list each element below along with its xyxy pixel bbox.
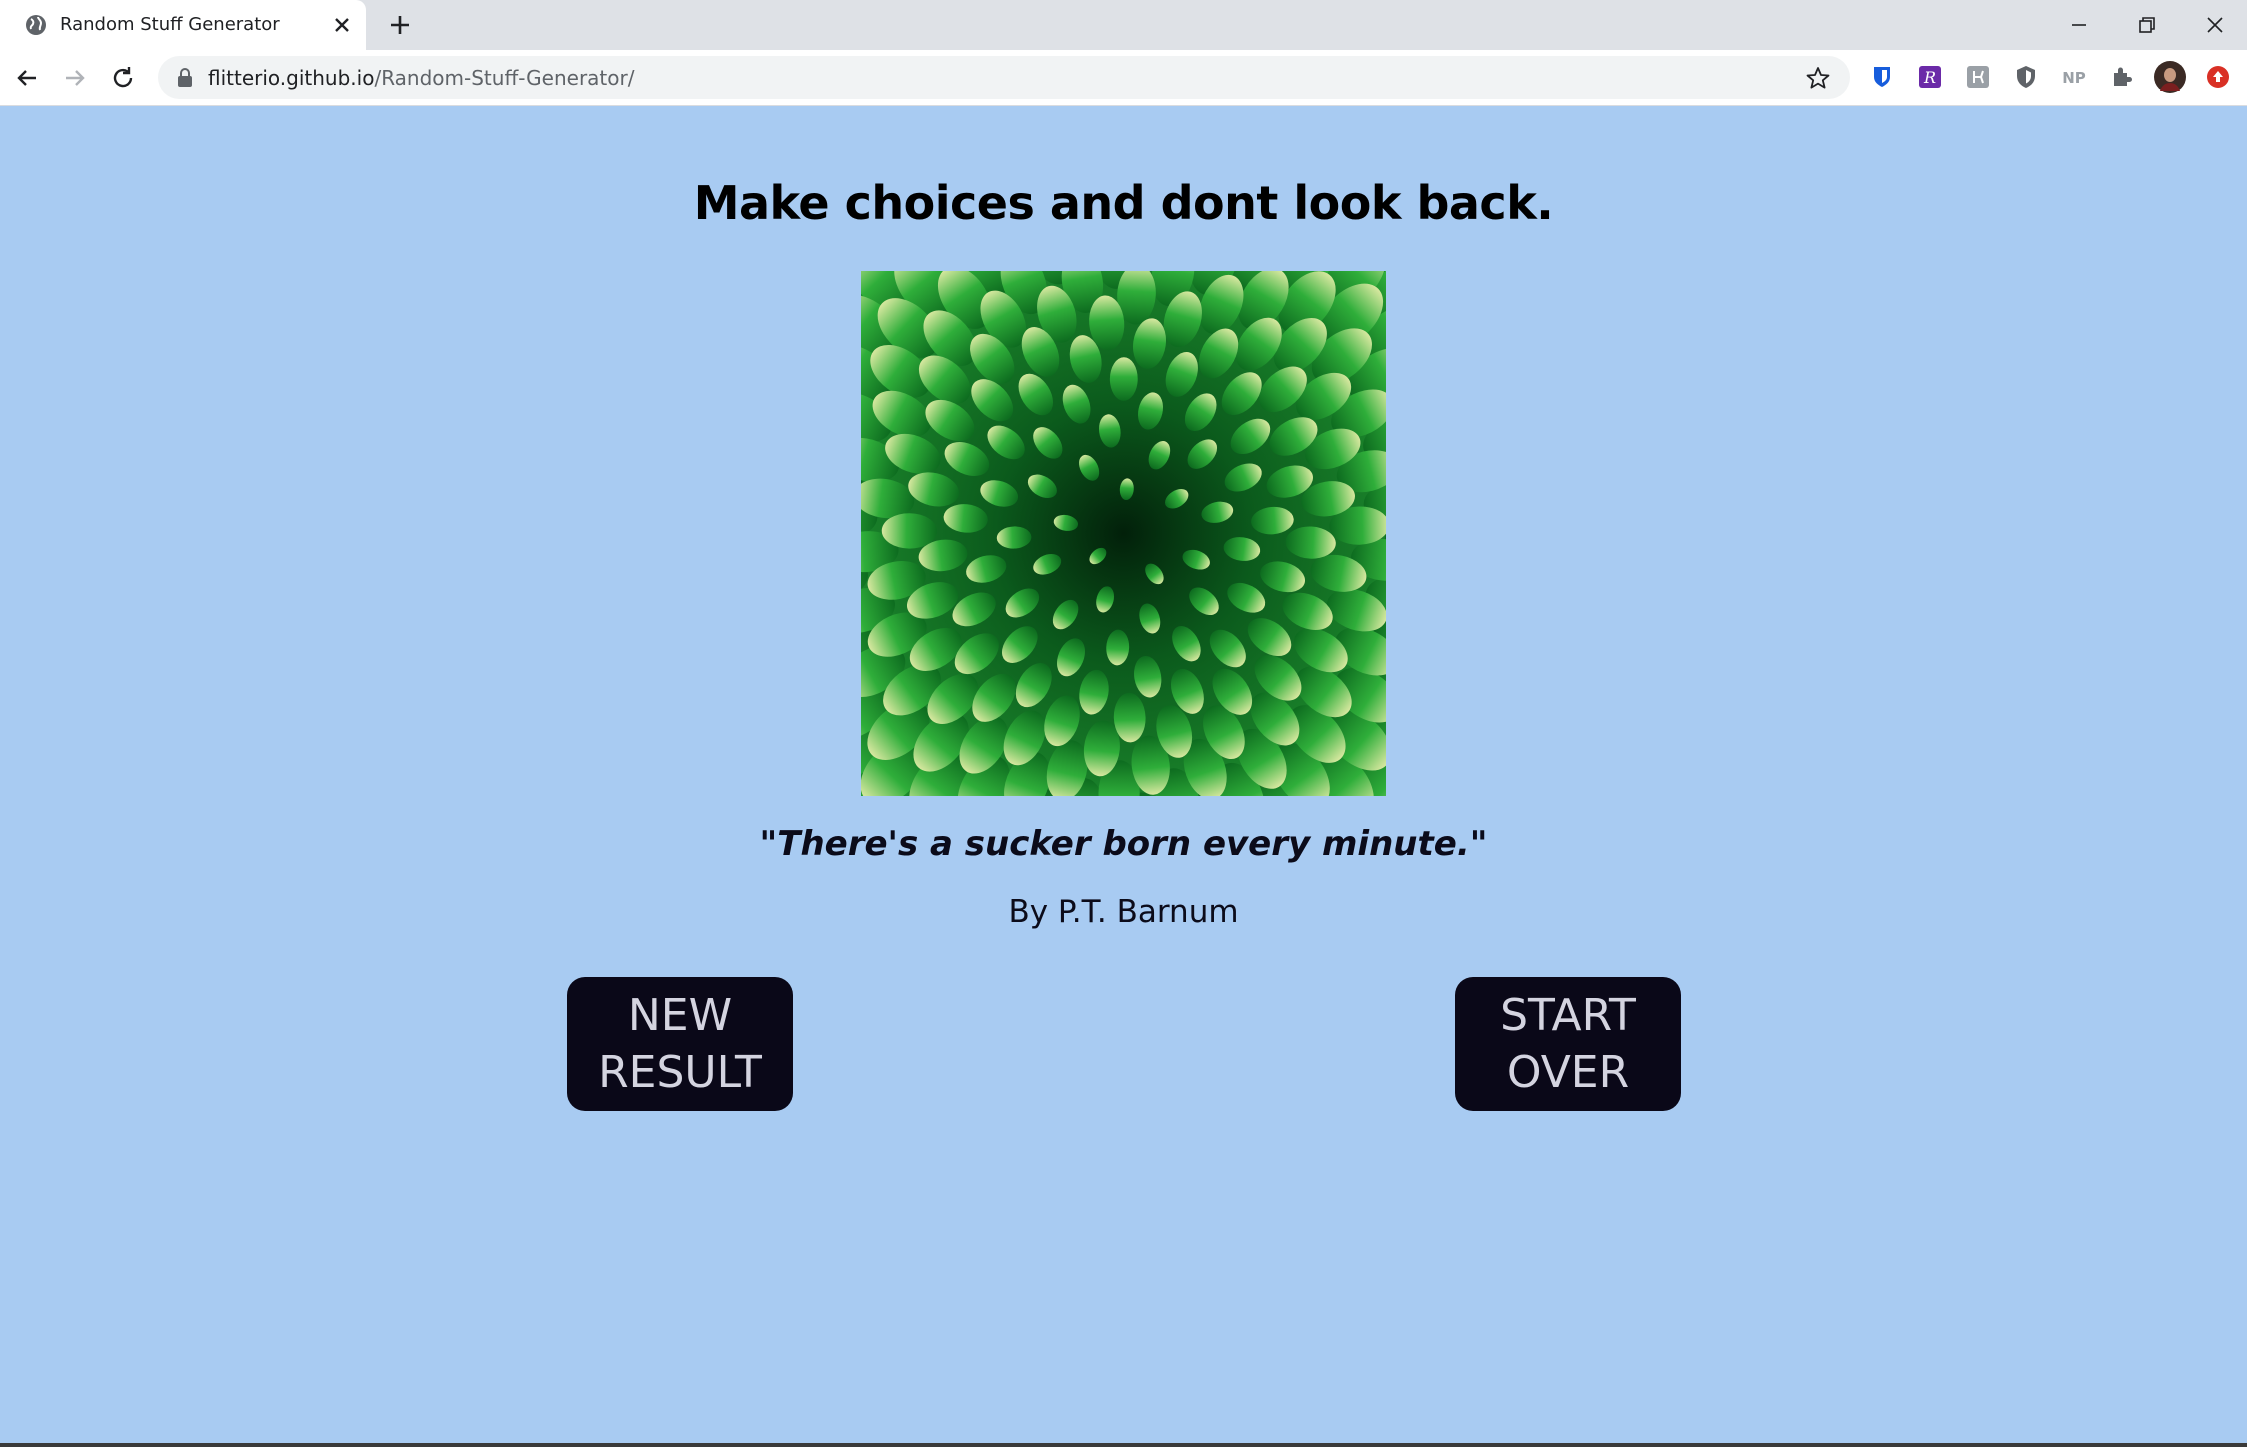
lock-icon[interactable] xyxy=(176,68,194,88)
globe-icon xyxy=(26,15,46,35)
close-window-icon[interactable] xyxy=(2198,8,2232,42)
extension-icon[interactable] xyxy=(1964,63,1992,91)
bookmark-star-icon[interactable] xyxy=(1805,65,1831,91)
np-icon[interactable]: NP xyxy=(2060,63,2088,91)
active-tab[interactable]: Random Stuff Generator xyxy=(0,0,366,50)
shield-icon[interactable] xyxy=(2012,63,2040,91)
puzzle-icon[interactable] xyxy=(2108,63,2136,91)
url-host: flitterio.github.io xyxy=(208,66,375,90)
start-over-button[interactable]: START OVER xyxy=(1455,977,1681,1111)
bitwarden-icon[interactable] xyxy=(1868,63,1896,91)
reload-icon[interactable] xyxy=(108,63,138,93)
green-spiky-succulent-image xyxy=(861,271,1386,796)
svg-text:R: R xyxy=(1923,68,1936,87)
succulent-photo-graphic xyxy=(861,271,1386,796)
browser-toolbar: flitterio.github.io/Random-Stuff-Generat… xyxy=(0,50,2247,106)
page-headline: Make choices and dont look back. xyxy=(693,176,1554,230)
update-icon[interactable] xyxy=(2204,63,2232,91)
new-tab-icon[interactable] xyxy=(386,11,414,39)
new-result-button[interactable]: NEW RESULT xyxy=(567,977,793,1111)
window-bottom-edge xyxy=(0,1443,2247,1447)
restore-icon[interactable] xyxy=(2130,8,2164,42)
tab-title: Random Stuff Generator xyxy=(60,14,280,35)
address-bar[interactable]: flitterio.github.io/Random-Stuff-Generat… xyxy=(158,56,1850,99)
back-arrow-icon[interactable] xyxy=(12,63,42,93)
np-icon-label: NP xyxy=(2062,69,2086,87)
tab-strip: Random Stuff Generator xyxy=(0,0,2247,50)
readwise-icon[interactable]: R xyxy=(1916,63,1944,91)
page-content: Make choices and dont look back. "There'… xyxy=(0,106,2247,1447)
url-path: /Random-Stuff-Generator/ xyxy=(374,66,635,90)
close-tab-icon[interactable] xyxy=(330,13,354,37)
quote-author: By P.T. Barnum xyxy=(1008,894,1239,930)
url-text[interactable]: flitterio.github.io/Random-Stuff-Generat… xyxy=(208,66,634,90)
profile-avatar[interactable] xyxy=(2154,61,2186,93)
forward-arrow-icon[interactable] xyxy=(60,63,90,93)
succulent-leaf xyxy=(1109,357,1138,401)
quote-text: "There's a sucker born every minute." xyxy=(759,824,1488,864)
minimize-icon[interactable] xyxy=(2062,8,2096,42)
